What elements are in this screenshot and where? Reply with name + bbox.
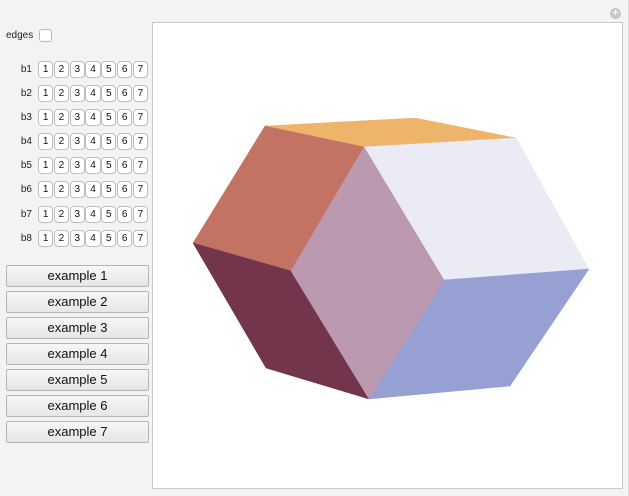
option-button-6[interactable]: 6 (116, 229, 133, 247)
option-button-1[interactable]: 1 (38, 85, 54, 103)
option-button-7[interactable]: 7 (132, 85, 149, 103)
row-label: b3 (20, 112, 32, 124)
row-b5: b5 1 2 3 4 5 6 7 (0, 157, 150, 181)
row-b2: b2 1 2 3 4 5 6 7 (0, 85, 150, 109)
option-button-2[interactable]: 2 (53, 157, 70, 175)
option-button-2[interactable]: 2 (53, 109, 70, 127)
option-button-1[interactable]: 1 (38, 157, 54, 175)
option-button-6[interactable]: 6 (116, 205, 133, 223)
examples-list: example 1 example 2 example 3 example 4 exam… (6, 265, 149, 447)
example-button-4[interactable]: example 4 (6, 343, 149, 365)
option-buttons: 1234567 (38, 205, 149, 223)
option-button-1[interactable]: 1 (38, 109, 54, 127)
option-button-2[interactable]: 2 (53, 229, 70, 247)
example-button-3[interactable]: example 3 (6, 317, 149, 339)
row-b1: b1 1 2 3 4 5 6 7 (0, 61, 150, 85)
row-label: b6 (20, 184, 32, 196)
option-buttons: 1234567 (38, 229, 149, 247)
option-button-3[interactable]: 3 (69, 229, 85, 247)
option-button-7[interactable]: 7 (132, 181, 149, 199)
option-button-1[interactable]: 1 (38, 61, 54, 78)
option-buttons: 1234567 (38, 157, 149, 175)
row-label: b4 (20, 136, 32, 148)
option-button-2[interactable]: 2 (53, 85, 70, 103)
option-button-3[interactable]: 3 (69, 85, 85, 103)
option-button-5[interactable]: 5 (101, 109, 117, 127)
render-canvas[interactable] (152, 22, 623, 489)
option-button-5[interactable]: 5 (101, 61, 117, 78)
option-button-7[interactable]: 7 (132, 61, 149, 78)
button-rows: b1 1 2 3 4 5 6 7 b2 1 2 3 4 5 6 7 b3 1 2 3 4 5 6 7 b4 1 2 3 4 5 6 7 b5 1 2… (0, 61, 150, 254)
option-button-4[interactable]: 4 (85, 157, 101, 175)
option-buttons: 1234567 (38, 181, 149, 199)
option-button-6[interactable]: 6 (116, 181, 133, 199)
example-button-5[interactable]: example 5 (6, 369, 149, 391)
row-label: b8 (20, 232, 32, 244)
option-button-4[interactable]: 4 (85, 229, 101, 247)
option-button-7[interactable]: 7 (132, 205, 149, 223)
option-button-6[interactable]: 6 (116, 85, 133, 103)
example-button-1[interactable]: example 1 (6, 265, 149, 287)
option-button-6[interactable]: 6 (116, 61, 133, 78)
option-button-7[interactable]: 7 (132, 109, 149, 127)
option-button-6[interactable]: 6 (116, 109, 133, 127)
row-label: b5 (20, 160, 32, 172)
option-button-3[interactable]: 3 (69, 157, 85, 175)
option-button-3[interactable]: 3 (69, 205, 85, 223)
option-button-2[interactable]: 2 (53, 61, 70, 78)
option-button-1[interactable]: 1 (38, 229, 54, 247)
option-button-4[interactable]: 4 (85, 133, 101, 151)
option-buttons: 1234567 (38, 85, 149, 103)
plus-icon[interactable]: + (610, 8, 621, 19)
option-button-5[interactable]: 5 (101, 181, 117, 199)
option-buttons: 1234567 (38, 133, 149, 151)
option-button-1[interactable]: 1 (38, 205, 54, 223)
option-buttons: 1234567 (38, 109, 149, 127)
option-button-2[interactable]: 2 (53, 181, 70, 199)
option-button-1[interactable]: 1 (38, 181, 54, 199)
option-buttons: 1234567 (38, 61, 149, 78)
row-label: b2 (20, 88, 32, 100)
option-button-4[interactable]: 4 (85, 61, 101, 78)
option-button-3[interactable]: 3 (69, 133, 85, 151)
option-button-2[interactable]: 2 (53, 133, 70, 151)
row-label: b1 (20, 64, 32, 75)
example-button-2[interactable]: example 2 (6, 291, 149, 313)
option-button-1[interactable]: 1 (38, 133, 54, 151)
option-button-3[interactable]: 3 (69, 181, 85, 199)
option-button-7[interactable]: 7 (132, 157, 149, 175)
row-b7: b7 1 2 3 4 5 6 7 (0, 205, 150, 230)
rhombic-dodecahedron-graphic (192, 117, 590, 400)
option-button-5[interactable]: 5 (101, 205, 117, 223)
edges-label: edges (6, 29, 34, 41)
row-b8: b8 1 2 3 4 5 6 7 (0, 229, 150, 254)
example-button-7[interactable]: example 7 (6, 421, 149, 443)
option-button-5[interactable]: 5 (101, 133, 117, 151)
option-button-3[interactable]: 3 (69, 109, 85, 127)
option-button-6[interactable]: 6 (116, 133, 133, 151)
option-button-5[interactable]: 5 (101, 85, 117, 103)
control-panel: + edges b1 1 2 3 4 5 6 7 b2 1 2 3 4 5 6 7 b3 1 2 3 4 5 6 7 b4 1 2 3… (0, 0, 629, 496)
row-label: b7 (20, 208, 32, 220)
option-button-4[interactable]: 4 (85, 85, 101, 103)
row-b6: b6 1 2 3 4 5 6 7 (0, 181, 150, 205)
option-button-3[interactable]: 3 (69, 61, 85, 78)
option-button-4[interactable]: 4 (85, 181, 101, 199)
option-button-7[interactable]: 7 (132, 133, 149, 151)
row-b3: b3 1 2 3 4 5 6 7 (0, 109, 150, 133)
option-button-4[interactable]: 4 (85, 109, 101, 127)
option-button-7[interactable]: 7 (132, 229, 149, 247)
example-button-6[interactable]: example 6 (6, 395, 149, 417)
option-button-5[interactable]: 5 (101, 229, 117, 247)
option-button-4[interactable]: 4 (85, 205, 101, 223)
option-button-6[interactable]: 6 (116, 157, 133, 175)
edges-checkbox[interactable] (39, 28, 53, 42)
option-button-2[interactable]: 2 (53, 205, 70, 223)
option-button-5[interactable]: 5 (101, 157, 117, 175)
row-b4: b4 1 2 3 4 5 6 7 (0, 133, 150, 157)
edges-control: edges (6, 27, 53, 43)
